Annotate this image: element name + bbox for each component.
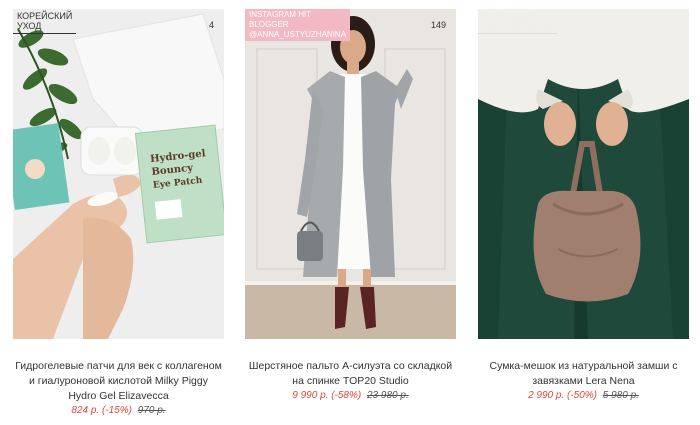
price-current: 9 990 р. (-58%): [292, 390, 362, 401]
price-row: 2 990 р. (-50%) 5 980 р.: [478, 389, 689, 402]
product-card-1[interactable]: Hydro-gel Bouncy Eye Patch КОРЕЙСКИЙ УХО…: [13, 9, 224, 417]
favorites-count: 112: [664, 20, 679, 30]
price-row: 9 990 р. (-58%) 23 980 р.: [245, 389, 456, 402]
price-old: 5 980 р.: [602, 390, 639, 401]
product-image-3[interactable]: EXCLUSIVE FALL-WINTER'18 112: [478, 9, 689, 339]
price-current: 2 990 р. (-50%): [528, 390, 597, 401]
product-title[interactable]: Шерстяное пальто А-силуэта со складкой н…: [245, 359, 456, 389]
coat-photo: [245, 9, 456, 339]
eye-patch-photo: Hydro-gel Bouncy Eye Patch: [13, 9, 224, 339]
product-title[interactable]: Гидрогелевые патчи для век с коллагеном …: [13, 359, 224, 404]
price-row: 824 р. (-15%) 970 р.: [13, 404, 224, 417]
product-tag: EXCLUSIVE FALL-WINTER'18: [478, 9, 558, 34]
product-tag: INSTAGRAM HIT BLOGGER @ANNA_USTYUZHANINA: [245, 9, 351, 41]
suede-bag-photo: [478, 9, 689, 339]
price-old: 23 980 р.: [367, 390, 409, 401]
favorites-count: 149: [430, 20, 446, 30]
product-card-3[interactable]: EXCLUSIVE FALL-WINTER'18 112 Сумка-мешок…: [478, 9, 689, 402]
product-image-2[interactable]: INSTAGRAM HIT BLOGGER @ANNA_USTYUZHANINA…: [245, 9, 456, 339]
product-image-1[interactable]: Hydro-gel Bouncy Eye Patch КОРЕЙСКИЙ УХО…: [13, 9, 224, 339]
product-card-2[interactable]: INSTAGRAM HIT BLOGGER @ANNA_USTYUZHANINA…: [245, 9, 456, 402]
favorites-count: 4: [208, 20, 214, 30]
product-title[interactable]: Сумка-мешок из натуральной замши с завяз…: [478, 359, 689, 389]
product-tag: КОРЕЙСКИЙ УХОД: [13, 9, 77, 34]
price-current: 824 р. (-15%): [71, 405, 132, 416]
price-old: 970 р.: [137, 405, 166, 416]
